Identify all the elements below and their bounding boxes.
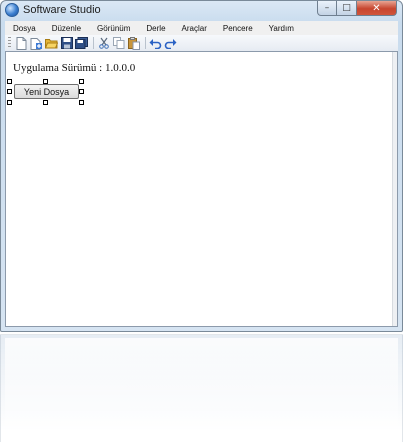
undo-icon[interactable] — [149, 37, 162, 50]
paste-icon[interactable] — [127, 36, 140, 50]
design-surface[interactable]: Uygulama Sürümü : 1.0.0.0 Yeni Dosya — [5, 51, 398, 327]
selection-handle[interactable] — [79, 79, 84, 84]
new-file-button[interactable]: Yeni Dosya — [14, 84, 79, 99]
maximize-button[interactable]: □ — [337, 1, 357, 16]
save-all-icon[interactable] — [75, 37, 88, 50]
minimize-button[interactable]: – — [317, 1, 337, 16]
menu-dosya[interactable]: Dosya — [5, 24, 44, 33]
selection-handle[interactable] — [7, 100, 12, 105]
open-folder-icon[interactable] — [45, 37, 58, 50]
toolbar-separator — [93, 37, 94, 49]
app-window: Software Studio – □ ✕ Dosya Düzenle Görü… — [0, 0, 403, 332]
toolbar-grip[interactable] — [8, 37, 11, 49]
vertical-scrollbar[interactable] — [392, 52, 397, 326]
toolbar-separator — [145, 37, 146, 49]
close-button[interactable]: ✕ — [357, 1, 397, 16]
window-reflection — [0, 334, 403, 442]
menu-gorunum[interactable]: Görünüm — [89, 24, 138, 33]
window-title: Software Studio — [23, 4, 101, 16]
menu-yardim[interactable]: Yardım — [261, 24, 302, 33]
selection-handle[interactable] — [7, 89, 12, 94]
minimize-icon: – — [324, 3, 330, 13]
new-file-icon[interactable] — [15, 36, 28, 50]
menu-araclar[interactable]: Araçlar — [174, 24, 215, 33]
reflection-client — [5, 338, 398, 442]
menu-duzenle[interactable]: Düzenle — [44, 24, 89, 33]
add-item-icon[interactable] — [30, 37, 43, 50]
maximize-icon: □ — [342, 3, 351, 13]
menu-bar: Dosya Düzenle Görünüm Derle Araçlar Penc… — [5, 21, 398, 35]
selection-handle[interactable] — [43, 100, 48, 105]
globe-icon[interactable] — [5, 3, 19, 17]
cut-icon[interactable] — [97, 37, 110, 50]
redo-icon[interactable] — [164, 37, 177, 50]
menu-derle[interactable]: Derle — [138, 24, 173, 33]
title-bar[interactable]: Software Studio – □ ✕ — [1, 1, 402, 21]
close-icon: ✕ — [372, 2, 381, 14]
selection-handle[interactable] — [7, 79, 12, 84]
copy-icon[interactable] — [112, 37, 125, 50]
version-label: Uygulama Sürümü : 1.0.0.0 — [13, 62, 136, 74]
save-icon[interactable] — [60, 37, 73, 50]
toolbar — [5, 35, 398, 52]
menu-pencere[interactable]: Pencere — [215, 24, 261, 33]
selection-handle[interactable] — [79, 100, 84, 105]
caption-buttons: – □ ✕ — [317, 1, 397, 17]
selection-handle[interactable] — [79, 89, 84, 94]
